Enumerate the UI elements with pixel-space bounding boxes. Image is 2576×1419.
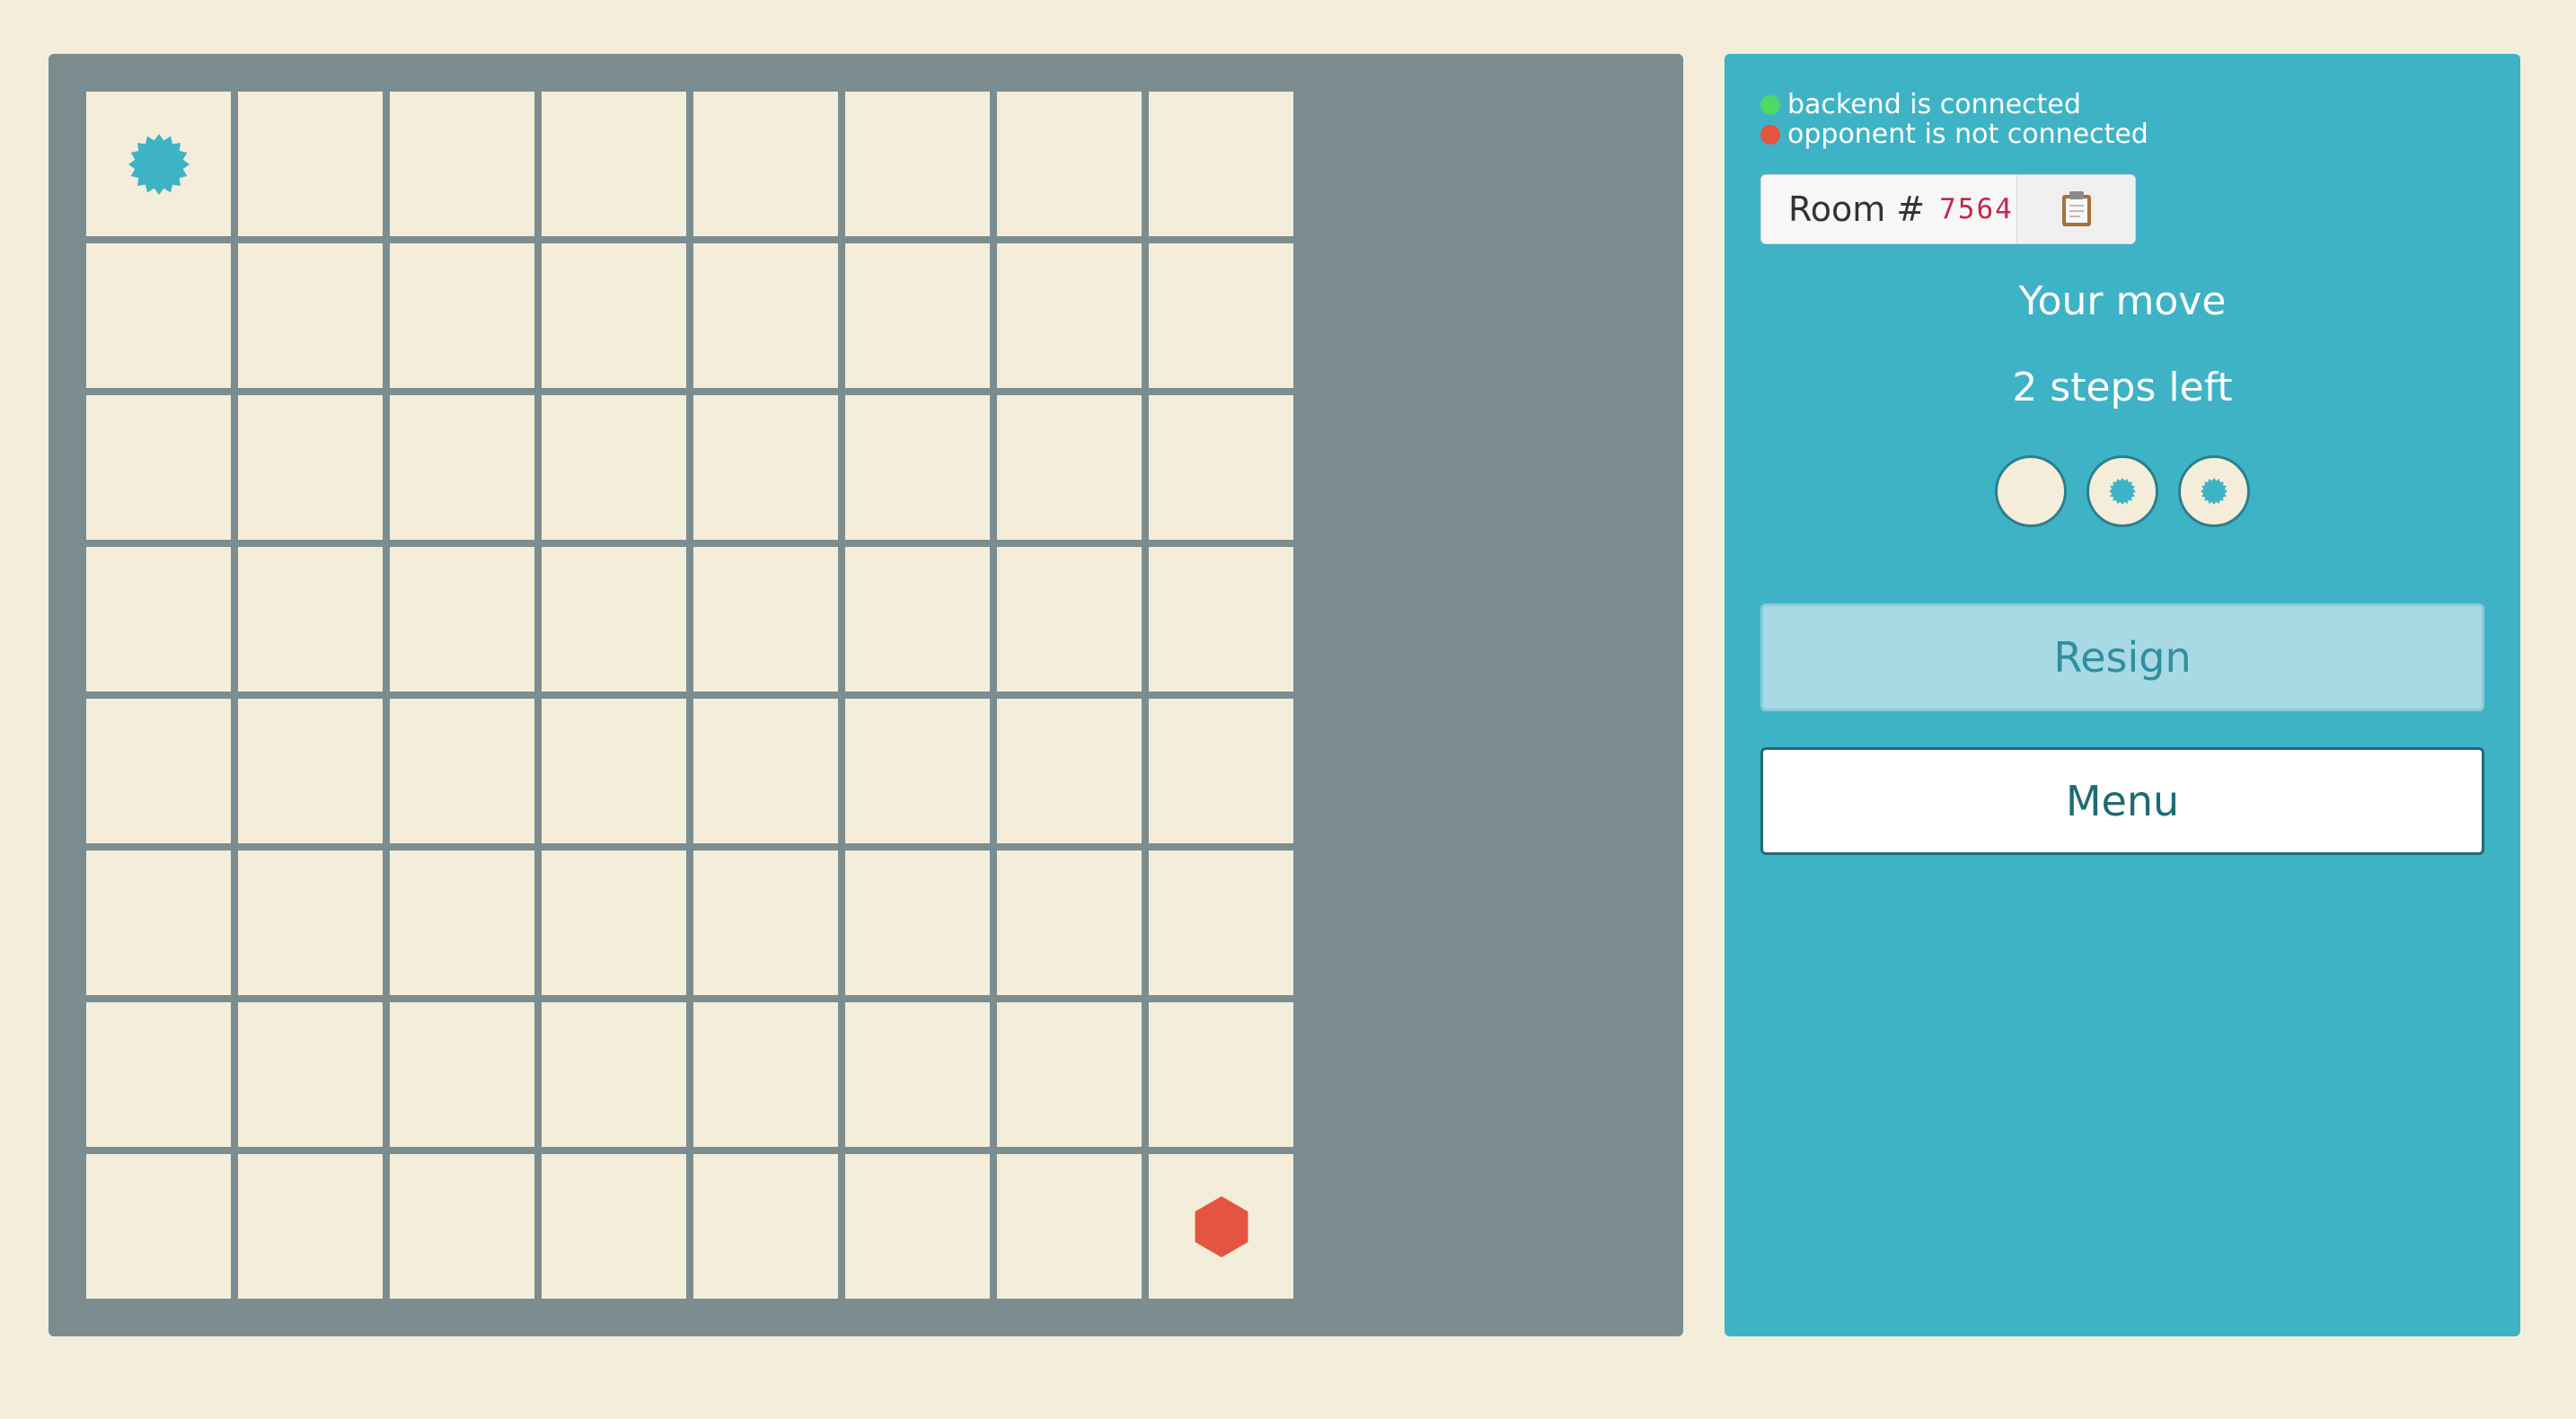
room-label-group: Room # 7564 [1761, 175, 2016, 243]
board-cell[interactable] [997, 243, 1142, 388]
steps-left-text: 2 steps left [2012, 365, 2233, 410]
board-cell[interactable] [542, 1002, 686, 1147]
board-cell[interactable] [86, 547, 231, 692]
board-cell[interactable] [542, 851, 686, 995]
board-cell[interactable] [542, 1154, 686, 1299]
board-cell[interactable] [390, 92, 534, 236]
opponent-status-dot-icon [1760, 124, 1780, 145]
board-cell[interactable] [1149, 92, 1293, 236]
board-cell[interactable] [997, 547, 1142, 692]
menu-button[interactable]: Menu [1760, 747, 2484, 855]
board-cell[interactable] [997, 92, 1142, 236]
backend-status-text: backend is connected [1787, 89, 2081, 120]
step-filled [2086, 455, 2158, 527]
board-cell[interactable] [542, 395, 686, 540]
board-cell[interactable] [390, 547, 534, 692]
steps-indicator [1725, 455, 2520, 527]
board-cell[interactable] [845, 395, 990, 540]
sun-icon [2109, 478, 2136, 505]
board-grid [86, 92, 1293, 1299]
side-panel: backend is connected opponent is not con… [1725, 54, 2520, 1336]
board-cell[interactable] [845, 547, 990, 692]
board-cell[interactable] [845, 1154, 990, 1299]
board-cell[interactable] [845, 243, 990, 388]
board-cell[interactable] [542, 243, 686, 388]
board-cell[interactable] [997, 699, 1142, 843]
board-cell[interactable] [693, 243, 838, 388]
board-cell[interactable] [86, 92, 231, 236]
board-cell[interactable] [1149, 395, 1293, 540]
board-cell[interactable] [238, 1002, 383, 1147]
room-code: 7564 [1939, 193, 2014, 225]
board-cell[interactable] [86, 851, 231, 995]
step-filled [2178, 455, 2250, 527]
board-cell[interactable] [238, 699, 383, 843]
connection-status: backend is connected opponent is not con… [1760, 90, 2148, 149]
board-cell[interactable] [693, 851, 838, 995]
board-cell[interactable] [238, 395, 383, 540]
board-cell[interactable] [1149, 851, 1293, 995]
board-cell[interactable] [1149, 699, 1293, 843]
board-cell[interactable] [845, 851, 990, 995]
opponent-hexagon-piece-icon[interactable] [1191, 1195, 1252, 1257]
board-cell[interactable] [390, 395, 534, 540]
board-cell[interactable] [1149, 547, 1293, 692]
board-cell[interactable] [390, 243, 534, 388]
board-cell[interactable] [997, 1154, 1142, 1299]
board-cell[interactable] [238, 243, 383, 388]
board-cell[interactable] [542, 699, 686, 843]
board-cell[interactable] [390, 851, 534, 995]
board-cell[interactable] [86, 1154, 231, 1299]
board-cell[interactable] [542, 547, 686, 692]
room-info: Room # 7564 [1760, 174, 2136, 244]
board-cell[interactable] [845, 1002, 990, 1147]
board-cell[interactable] [238, 1154, 383, 1299]
board-cell[interactable] [1149, 1002, 1293, 1147]
game-board [49, 54, 1683, 1336]
board-cell[interactable] [390, 1002, 534, 1147]
room-label: Room # [1788, 189, 1926, 229]
board-cell[interactable] [997, 395, 1142, 540]
resign-button[interactable]: Resign [1760, 604, 2484, 711]
turn-indicator: Your move [2018, 278, 2227, 324]
sun-icon [2201, 478, 2228, 505]
board-cell[interactable] [693, 699, 838, 843]
board-cell[interactable] [238, 851, 383, 995]
board-cell[interactable] [693, 1002, 838, 1147]
board-cell[interactable] [86, 1002, 231, 1147]
backend-status-dot-icon [1760, 94, 1780, 115]
board-cell[interactable] [997, 851, 1142, 995]
player-sun-piece-icon[interactable] [128, 133, 190, 195]
board-cell[interactable] [693, 547, 838, 692]
board-cell[interactable] [542, 92, 686, 236]
board-cell[interactable] [997, 1002, 1142, 1147]
board-cell[interactable] [1149, 1154, 1293, 1299]
clipboard-icon [2061, 191, 2091, 226]
board-cell[interactable] [86, 699, 231, 843]
board-cell[interactable] [86, 243, 231, 388]
board-cell[interactable] [238, 92, 383, 236]
step-empty [1995, 455, 2067, 527]
board-cell[interactable] [238, 547, 383, 692]
board-cell[interactable] [845, 92, 990, 236]
backend-status: backend is connected [1760, 90, 2148, 119]
board-cell[interactable] [390, 1154, 534, 1299]
board-cell[interactable] [1149, 243, 1293, 388]
board-cell[interactable] [693, 395, 838, 540]
opponent-status-text: opponent is not connected [1787, 119, 2148, 150]
opponent-status: opponent is not connected [1760, 119, 2148, 149]
copy-room-button[interactable] [2016, 175, 2135, 243]
board-cell[interactable] [693, 1154, 838, 1299]
board-cell[interactable] [390, 699, 534, 843]
board-cell[interactable] [845, 699, 990, 843]
board-cell[interactable] [693, 92, 838, 236]
board-cell[interactable] [86, 395, 231, 540]
